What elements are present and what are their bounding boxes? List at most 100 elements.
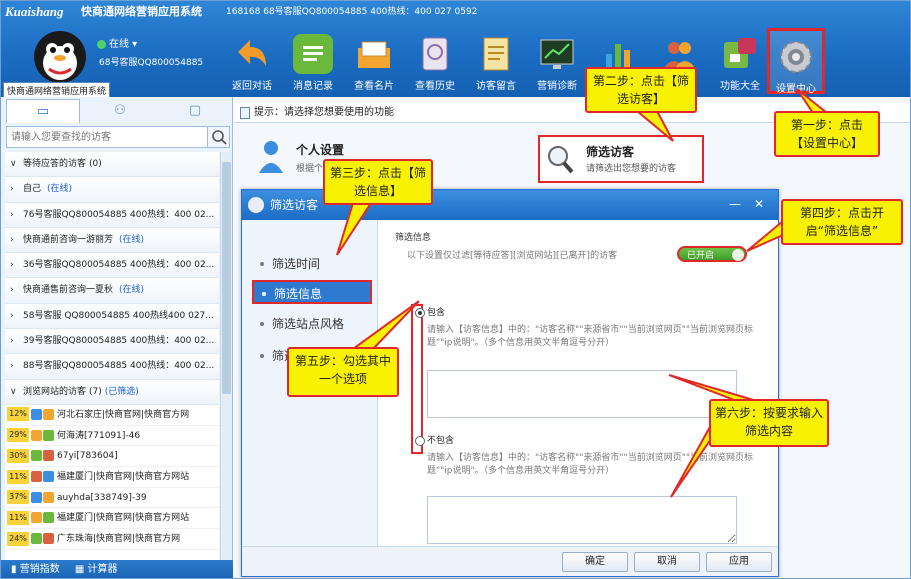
personal-settings-title: 个人设置 bbox=[296, 143, 345, 157]
tool-label: 查看历史 bbox=[415, 81, 455, 92]
dialog-content: 筛选信息 以下设置仅过滤[等待应答][浏览网站][已离开]的访客 已开启 包含 … bbox=[379, 220, 778, 546]
visitor-row[interactable]: 12% 河北石家庄|快商官网|快商官方网 bbox=[5, 405, 219, 426]
visitor-group[interactable]: › 39号客服QQ800054885 400热线：400 02... bbox=[5, 329, 219, 355]
section-desc: 以下设置仅过滤[等待应答][浏览网站][已离开]的访客 bbox=[407, 251, 618, 261]
exclude-textarea[interactable] bbox=[427, 496, 737, 544]
chevron-right-icon: › bbox=[10, 209, 14, 220]
group-label: 36号客服QQ800054885 400热线：400 02... bbox=[23, 260, 215, 271]
chevron-down-icon: ∨ bbox=[10, 159, 17, 169]
tool-message-log[interactable]: 消息记录 bbox=[284, 28, 342, 94]
visitor-group[interactable]: ∨ 浏览网站的访客 (7) (已筛选) bbox=[5, 379, 219, 405]
search-button[interactable] bbox=[207, 127, 229, 147]
function-collection-icon bbox=[720, 34, 760, 74]
visitor-row[interactable]: 11% 福建厦门|快商官网|快商官方网站 bbox=[5, 508, 219, 530]
visitor-row[interactable]: 11% 福建厦门|快商官网|快商官方网站 bbox=[5, 467, 219, 488]
visitor-status-icon bbox=[43, 471, 54, 483]
visitor-score-badge: 37% bbox=[7, 490, 29, 505]
visitor-row[interactable]: 29% 何海涛[771091]-46 bbox=[5, 426, 219, 447]
visitor-group[interactable]: › 76号客服QQ800054885 400热线：400 02... bbox=[5, 202, 219, 228]
minimize-button[interactable]: — bbox=[726, 196, 744, 212]
visitor-group[interactable]: › 自己 (在线) bbox=[5, 177, 219, 203]
ok-button[interactable]: 确定 bbox=[562, 552, 628, 572]
include-textarea[interactable] bbox=[427, 370, 737, 418]
nav-filter-site-style[interactable]: 筛选站点风格 bbox=[252, 312, 372, 336]
visitor-row[interactable]: 24% 广东珠海|快商官网|快商官方网 bbox=[5, 529, 219, 550]
visitor-status-icon bbox=[43, 450, 54, 462]
callout-step-3: 第三步：点击【筛选信息】 bbox=[323, 159, 433, 205]
visitor-row[interactable]: 37% auyhda[338749]-39 bbox=[5, 488, 219, 509]
visitor-group[interactable]: › 58号客服 QQ800054885 400热线400 027... bbox=[5, 303, 219, 330]
visitor-text: 何海涛[771091]-46 bbox=[57, 430, 141, 441]
visitor-score-badge: 11% bbox=[7, 469, 29, 484]
cancel-button[interactable]: 取消 bbox=[634, 552, 700, 572]
nav-label: 筛选时间 bbox=[272, 257, 321, 271]
visitor-score-badge: 12% bbox=[7, 407, 29, 422]
tool-label: 营销诊断 bbox=[537, 81, 577, 92]
chevron-right-icon: › bbox=[10, 336, 14, 347]
tab-history[interactable]: ▢ bbox=[158, 99, 232, 123]
penguin-mascot-icon[interactable] bbox=[29, 23, 91, 85]
visitor-group[interactable]: ∨ 等待应答的访客 (0) bbox=[5, 152, 219, 178]
visitor-avatar-icon bbox=[31, 533, 42, 545]
business-card-icon bbox=[354, 34, 394, 74]
callout-step-4: 第四步：点击开启“筛选信息” bbox=[781, 199, 903, 245]
visitor-group[interactable]: › 快商通售前咨询一夏秋 (在线) bbox=[5, 278, 219, 304]
chevron-right-icon: › bbox=[10, 310, 14, 321]
hint-text: 提示：请选择您想要使用的功能 bbox=[254, 107, 394, 118]
visitor-status-icon bbox=[43, 533, 54, 545]
scrollbar-thumb[interactable] bbox=[222, 162, 231, 394]
tool-view-card[interactable]: 查看名片 bbox=[345, 28, 403, 94]
penguin-small-icon bbox=[248, 197, 264, 213]
nav-label: 筛选信息 bbox=[274, 287, 323, 301]
tab-contacts[interactable]: ⚇ bbox=[83, 99, 157, 123]
group-label: 39号客服QQ800054885 400热线：400 02... bbox=[23, 336, 215, 347]
toggle-label: 已开启 bbox=[687, 251, 715, 261]
back-arrow-icon bbox=[232, 34, 272, 74]
visitor-row[interactable]: 30% 67yi[783604] bbox=[5, 446, 219, 468]
chevron-right-icon: › bbox=[10, 361, 14, 372]
person-icon bbox=[259, 141, 283, 173]
toggle-knob bbox=[732, 249, 744, 261]
tab-chat[interactable]: ▭ bbox=[6, 99, 80, 123]
app-label: 快商通网络营销应用系统 bbox=[3, 82, 111, 97]
filter-visitor-card[interactable]: 筛选访客 请筛选出您想要的访客 bbox=[538, 135, 704, 183]
tool-function-collection[interactable]: 功能大全 bbox=[711, 28, 769, 94]
bullet-icon bbox=[260, 322, 264, 326]
history-icon: ▢ bbox=[188, 103, 202, 118]
visitor-text: 福建厦门|快商官网|快商官方网站 bbox=[57, 513, 190, 524]
close-button[interactable]: ✕ bbox=[750, 196, 768, 212]
visitor-text: auyhda[338749]-39 bbox=[57, 492, 147, 503]
visitor-list-scrollbar[interactable] bbox=[220, 152, 232, 560]
brand-logo: Kuaishang bbox=[5, 4, 64, 19]
nav-filter-info[interactable]: 筛选信息 bbox=[252, 280, 372, 304]
visitor-score-badge: 29% bbox=[7, 428, 29, 443]
tool-settings-center[interactable]: 设置中心 bbox=[767, 28, 825, 95]
callout-step-5: 第五步：勾选其中一个选项 bbox=[287, 347, 399, 397]
group-label: 浏览网站的访客 bbox=[23, 386, 87, 397]
visitor-group[interactable]: › 36号客服QQ800054885 400热线：400 02... bbox=[5, 253, 219, 279]
users-icon: ⚇ bbox=[114, 103, 126, 118]
tool-visitor-message[interactable]: 访客留言 bbox=[467, 28, 525, 94]
marketing-index-button[interactable]: 营销指数 bbox=[20, 564, 60, 575]
nav-filter-time[interactable]: 筛选时间 bbox=[252, 252, 372, 276]
visitor-group[interactable]: › 88号客服QQ800054885 400热线：400 02... bbox=[5, 354, 219, 380]
exclude-radio[interactable]: 不包含 bbox=[415, 434, 454, 448]
visitor-avatar-icon bbox=[31, 450, 42, 462]
apply-button[interactable]: 应用 bbox=[706, 552, 772, 572]
group-label: 58号客服 QQ800054885 400热线400 027... bbox=[23, 310, 214, 321]
online-status-selector[interactable]: 在线 ▾ bbox=[97, 35, 137, 50]
tool-back-to-chat[interactable]: 返回对话 bbox=[223, 28, 281, 94]
visitor-score-badge: 11% bbox=[7, 510, 29, 525]
tool-view-history[interactable]: 查看历史 bbox=[406, 28, 464, 94]
calculator-button[interactable]: 计算器 bbox=[88, 564, 118, 575]
group-label: 等待应答的访客 bbox=[23, 159, 87, 169]
title-bar: Kuaishang 快商通网络营销应用系统 168168 68号客服QQ8000… bbox=[1, 1, 910, 23]
tool-marketing-diagnosis[interactable]: 营销诊断 bbox=[528, 28, 586, 94]
settings-gear-icon bbox=[776, 37, 816, 77]
visitor-group[interactable]: › 快商通前咨询一游丽芳 (在线) bbox=[5, 227, 219, 254]
filter-info-toggle[interactable]: 已开启 bbox=[677, 246, 747, 262]
visitor-score-badge: 30% bbox=[7, 448, 29, 463]
include-radio[interactable]: 包含 bbox=[415, 306, 445, 320]
search-input[interactable] bbox=[7, 127, 207, 147]
nav-label: 筛选站点风格 bbox=[272, 317, 345, 331]
